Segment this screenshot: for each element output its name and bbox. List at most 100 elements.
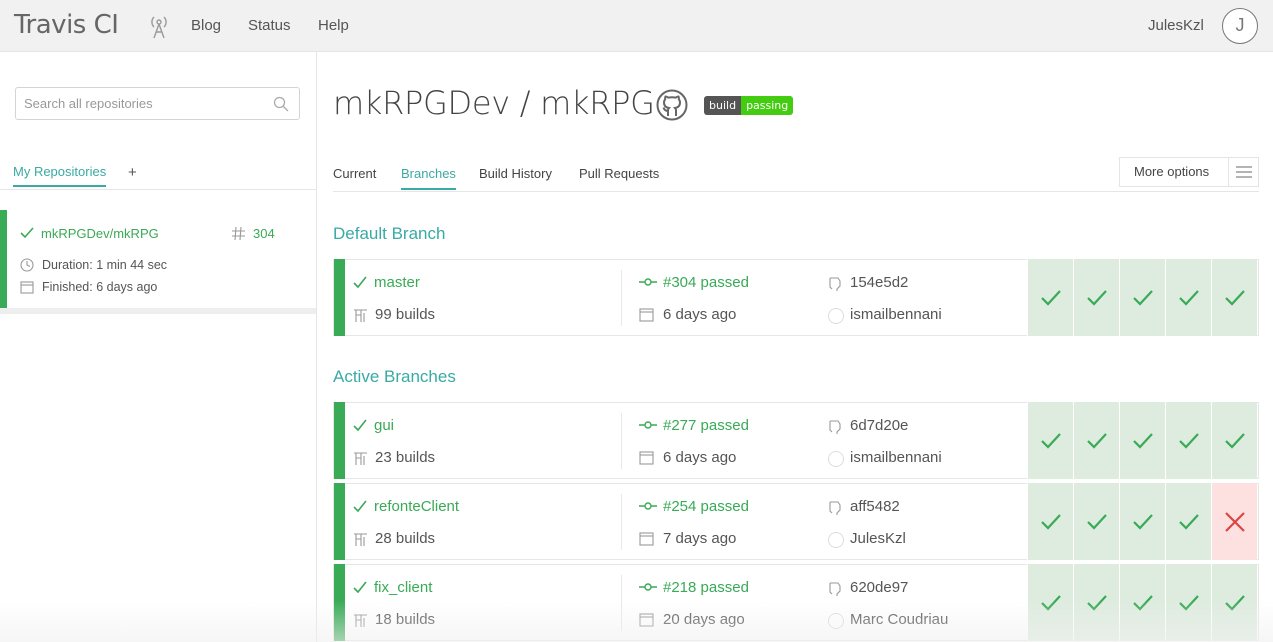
commit-icon	[639, 502, 657, 510]
build-history-cell[interactable]	[1211, 259, 1257, 336]
pass-check-icon	[1040, 432, 1061, 449]
build-history-cell[interactable]	[1211, 483, 1257, 560]
build-history-cell[interactable]	[1027, 402, 1073, 479]
username[interactable]: JulesKzl	[1148, 17, 1204, 34]
antenna-icon[interactable]	[148, 13, 170, 39]
branch-builds-count: 99 builds	[375, 306, 436, 323]
build-number-link[interactable]: 304	[253, 226, 275, 241]
repo-finished: Finished: 6 days ago	[42, 280, 158, 294]
branch-status-bar	[334, 483, 345, 560]
build-status-link[interactable]: #304 passed	[663, 274, 749, 291]
author-avatar	[828, 532, 844, 548]
author-avatar	[828, 451, 844, 467]
build-history-cell[interactable]	[1211, 402, 1257, 479]
github-commit-icon	[829, 277, 841, 291]
tab-build-history[interactable]: Build History	[479, 166, 552, 181]
build-history-cell[interactable]	[1165, 483, 1211, 560]
github-icon[interactable]	[656, 89, 688, 121]
branch-name-link[interactable]: refonteClient	[374, 498, 459, 515]
active-branches-heading: Active Branches	[333, 367, 456, 386]
github-commit-icon	[829, 582, 841, 596]
build-status-link[interactable]: #277 passed	[663, 417, 749, 434]
branch-name-link[interactable]: master	[374, 274, 420, 291]
commit-author: JulesKzl	[850, 530, 906, 547]
pass-check-icon	[1178, 432, 1199, 449]
build-status-link[interactable]: #218 passed	[663, 579, 749, 596]
more-options-label: More options	[1134, 164, 1210, 179]
badge-label: build	[704, 96, 742, 115]
branch-row[interactable]: refonteClient 28 builds #254 passed 7 da…	[333, 483, 1259, 560]
github-commit-icon	[829, 420, 841, 434]
more-options-button[interactable]: More options	[1119, 157, 1259, 187]
commit-sha-link[interactable]: 154e5d2	[850, 274, 908, 291]
column-divider	[621, 270, 622, 326]
build-history	[1027, 483, 1257, 560]
build-history	[1027, 259, 1257, 336]
pass-check-icon	[1040, 289, 1061, 306]
commit-sha-link[interactable]: 620de97	[850, 579, 908, 596]
menu-icon[interactable]	[1228, 157, 1258, 187]
status-bar	[0, 210, 7, 308]
check-icon	[353, 276, 367, 289]
commit-icon	[639, 583, 657, 591]
tab-branches[interactable]: Branches	[401, 166, 456, 190]
branch-row[interactable]: gui 23 builds #277 passed 6 days ago 6d7…	[333, 402, 1259, 479]
search-input[interactable]	[16, 88, 256, 119]
nav-status[interactable]: Status	[248, 17, 291, 34]
search-box	[15, 87, 300, 120]
commit-author: ismailbennani	[850, 449, 942, 466]
commit-sha-link[interactable]: aff5482	[850, 498, 900, 515]
commit-author: ismailbennani	[850, 306, 942, 323]
build-history-cell[interactable]	[1027, 483, 1073, 560]
build-history-cell[interactable]	[1165, 259, 1211, 336]
build-time: 6 days ago	[663, 449, 737, 466]
build-status-badge[interactable]: build passing	[704, 96, 794, 115]
tab-my-repositories[interactable]: My Repositories	[13, 164, 107, 187]
fail-cross-icon	[1224, 511, 1245, 532]
calendar-icon	[639, 451, 654, 465]
build-history-cell[interactable]	[1073, 259, 1119, 336]
build-history-cell[interactable]	[1119, 483, 1165, 560]
check-icon	[20, 227, 34, 239]
repo-duration: Duration: 1 min 44 sec	[42, 258, 168, 272]
tab-current[interactable]: Current	[333, 166, 376, 181]
avatar[interactable]: J	[1222, 8, 1258, 44]
pass-check-icon	[1224, 432, 1245, 449]
build-status-link[interactable]: #254 passed	[663, 498, 749, 515]
build-history	[1027, 402, 1257, 479]
pass-check-icon	[1132, 289, 1153, 306]
bottom-fade	[0, 600, 1273, 642]
build-history-cell[interactable]	[1073, 483, 1119, 560]
pass-check-icon	[1178, 289, 1199, 306]
build-history-cell[interactable]	[1119, 259, 1165, 336]
repo-name-link[interactable]: mkRPGDev/mkRPG	[41, 226, 159, 241]
sidebar: My Repositories + mkRPGDev/mkRPG 304 Dur…	[0, 52, 317, 642]
column-divider	[621, 413, 622, 469]
build-history-cell[interactable]	[1165, 402, 1211, 479]
pass-check-icon	[1086, 432, 1107, 449]
tab-pull-requests[interactable]: Pull Requests	[579, 166, 659, 181]
branch-name-link[interactable]: gui	[374, 417, 394, 434]
nav-help[interactable]: Help	[318, 17, 349, 34]
search-icon[interactable]	[273, 96, 289, 112]
builds-icon	[354, 533, 367, 546]
nav-blog[interactable]: Blog	[191, 17, 221, 34]
commit-sha-link[interactable]: 6d7d20e	[850, 417, 908, 434]
branch-status-bar	[334, 402, 345, 479]
branch-status-bar	[334, 259, 345, 336]
repo-card[interactable]: mkRPGDev/mkRPG 304 Duration: 1 min 44 se…	[0, 210, 316, 314]
repo-card-footer	[0, 308, 316, 314]
travis-logo[interactable]: Travis CI	[14, 10, 119, 40]
clock-icon	[20, 258, 34, 272]
build-history-cell[interactable]	[1027, 259, 1073, 336]
branch-row[interactable]: master 99 builds #304 passed 6 days ago …	[333, 259, 1259, 336]
branch-name-link[interactable]: fix_client	[374, 579, 432, 596]
calendar-icon	[639, 308, 654, 322]
branch-builds-count: 28 builds	[375, 530, 436, 547]
commit-icon	[639, 421, 657, 429]
add-repository-button[interactable]: +	[128, 164, 137, 181]
badge-status: passing	[741, 96, 794, 115]
build-history-cell[interactable]	[1073, 402, 1119, 479]
tab-divider	[0, 189, 316, 190]
build-history-cell[interactable]	[1119, 402, 1165, 479]
